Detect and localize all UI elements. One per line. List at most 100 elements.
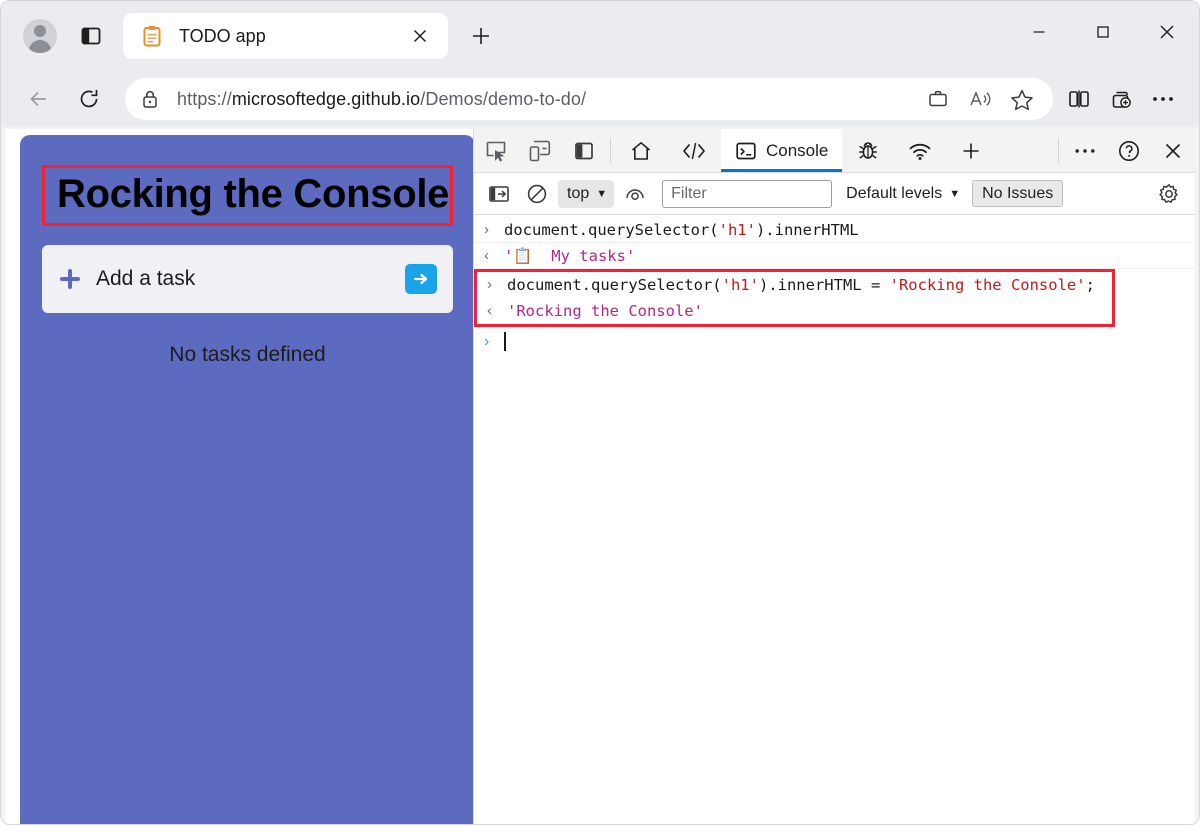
split-screen-icon xyxy=(1069,90,1089,108)
inspect-element-button[interactable] xyxy=(474,129,518,172)
plus-icon xyxy=(963,143,979,158)
more-options-icon xyxy=(1075,148,1095,153)
log-levels-label: Default levels xyxy=(846,184,943,202)
log-levels-dropdown[interactable]: Default levels ▼ xyxy=(846,185,960,203)
help-icon xyxy=(1119,140,1139,161)
browser-actions xyxy=(1059,79,1185,119)
browser-tab[interactable]: TODO app xyxy=(123,13,448,59)
gear-icon xyxy=(1159,183,1178,203)
dock-side-button[interactable] xyxy=(562,129,606,172)
clear-console-button[interactable] xyxy=(518,177,556,211)
output-marker: ‹ xyxy=(484,247,489,264)
empty-state-message: No tasks defined xyxy=(169,343,326,366)
todo-app: Rocking the Console Add a task No tasks … xyxy=(20,135,473,824)
eye-icon xyxy=(626,188,644,200)
live-expression-button[interactable] xyxy=(616,177,654,211)
bug-icon xyxy=(859,141,878,159)
add-task-input[interactable]: Add a task xyxy=(96,267,405,291)
input-marker: › xyxy=(484,221,489,238)
address-bar[interactable]: https://microsoftedge.github.io/Demos/de… xyxy=(125,78,1053,120)
execution-context-value: top xyxy=(567,184,590,202)
maximize-icon xyxy=(1097,26,1109,38)
console-filter-bar: top ▼ Filter Default levels ▼ No Issues xyxy=(474,173,1195,215)
close-window-button[interactable] xyxy=(1135,1,1199,63)
tab-console[interactable]: Console xyxy=(721,129,843,172)
console-sidebar-toggle[interactable] xyxy=(480,177,518,211)
back-button[interactable] xyxy=(19,79,59,119)
tab-console-label: Console xyxy=(766,140,829,160)
tab-network[interactable] xyxy=(894,129,946,172)
prompt-marker: › xyxy=(484,332,490,350)
read-aloud-button[interactable] xyxy=(959,80,1001,118)
navigation-bar: https://microsoftedge.github.io/Demos/de… xyxy=(1,71,1199,127)
console-row[interactable]: ‹ 'Rocking the Console' xyxy=(477,298,1112,324)
console-output[interactable]: › document.querySelector('h1').innerHTML… xyxy=(474,215,1195,824)
input-marker: › xyxy=(487,276,492,293)
window-controls xyxy=(1007,1,1199,63)
console-row[interactable]: ‹ '📋 My tasks' xyxy=(474,243,1195,269)
console-result: 'Rocking the Console' xyxy=(507,302,703,320)
console-prompt[interactable]: › xyxy=(474,327,1195,353)
address-bar-actions xyxy=(917,80,1043,118)
new-tab-button[interactable] xyxy=(462,17,500,55)
console-icon xyxy=(736,142,756,159)
plus-icon xyxy=(473,28,489,44)
minimize-icon xyxy=(1033,31,1045,33)
split-screen-button[interactable] xyxy=(1059,79,1099,119)
profile-avatar[interactable] xyxy=(23,19,57,53)
collections-button[interactable] xyxy=(917,80,959,118)
text-cursor xyxy=(504,332,506,351)
app-title-highlight: Rocking the Console xyxy=(42,165,453,226)
chevron-down-icon: ▼ xyxy=(949,187,961,200)
toolbar-divider xyxy=(610,138,611,163)
console-filter-input[interactable]: Filter xyxy=(662,179,833,208)
console-settings-button[interactable] xyxy=(1149,177,1189,211)
refresh-icon xyxy=(80,90,98,108)
add-collection-button[interactable] xyxy=(1101,79,1141,119)
url-text: https://microsoftedge.github.io/Demos/de… xyxy=(177,89,917,110)
tab-sources[interactable] xyxy=(842,129,894,172)
collections-icon xyxy=(929,91,947,107)
devtools-tabbar-right xyxy=(1054,129,1195,172)
issues-button[interactable]: No Issues xyxy=(972,180,1064,207)
refresh-button[interactable] xyxy=(69,79,109,119)
console-code: document.querySelector('h1').innerHTML =… xyxy=(507,276,1095,294)
tab-welcome[interactable] xyxy=(615,129,667,172)
execution-context-dropdown[interactable]: top ▼ xyxy=(558,179,615,208)
console-row[interactable]: › document.querySelector('h1').innerHTML xyxy=(474,217,1195,243)
tab-actions-button[interactable] xyxy=(73,18,109,54)
console-result: '📋 My tasks' xyxy=(504,247,636,265)
help-button[interactable] xyxy=(1107,129,1151,172)
url-host: microsoftedge.github.io xyxy=(231,88,421,109)
site-information-lock-icon[interactable] xyxy=(131,80,169,118)
tab-more-tools[interactable] xyxy=(946,129,996,172)
submit-task-button[interactable] xyxy=(405,264,437,294)
plus-icon xyxy=(56,267,84,291)
output-marker: ‹ xyxy=(487,302,492,319)
url-path: /Demos/demo-to-do/ xyxy=(420,88,587,109)
dock-side-icon xyxy=(575,142,593,159)
add-task-input-row[interactable]: Add a task xyxy=(42,245,453,313)
device-emulation-button[interactable] xyxy=(518,129,562,172)
devtools-tabbar: Console xyxy=(474,129,1195,173)
minimize-button[interactable] xyxy=(1007,1,1071,63)
tab-elements[interactable] xyxy=(667,129,721,172)
favorite-button[interactable] xyxy=(1001,80,1043,118)
maximize-button[interactable] xyxy=(1071,1,1135,63)
home-icon xyxy=(631,141,651,160)
close-icon xyxy=(1160,25,1174,39)
tab-close-button[interactable] xyxy=(406,22,434,50)
console-row[interactable]: › document.querySelector('h1').innerHTML… xyxy=(477,272,1112,298)
issues-label: No Issues xyxy=(982,184,1054,202)
console-code: document.querySelector('h1').innerHTML xyxy=(504,221,859,239)
settings-more-button[interactable] xyxy=(1143,79,1183,119)
arrow-right-icon xyxy=(413,273,428,285)
more-options-button[interactable] xyxy=(1063,129,1107,172)
tab-title: TODO app xyxy=(179,25,266,46)
page-title: Rocking the Console xyxy=(57,172,450,216)
add-collection-icon xyxy=(1112,91,1131,108)
tab-strip: TODO app xyxy=(1,1,1199,71)
close-devtools-button[interactable] xyxy=(1151,129,1195,172)
tab-actions-icon xyxy=(81,27,101,45)
settings-more-icon xyxy=(1153,97,1173,101)
